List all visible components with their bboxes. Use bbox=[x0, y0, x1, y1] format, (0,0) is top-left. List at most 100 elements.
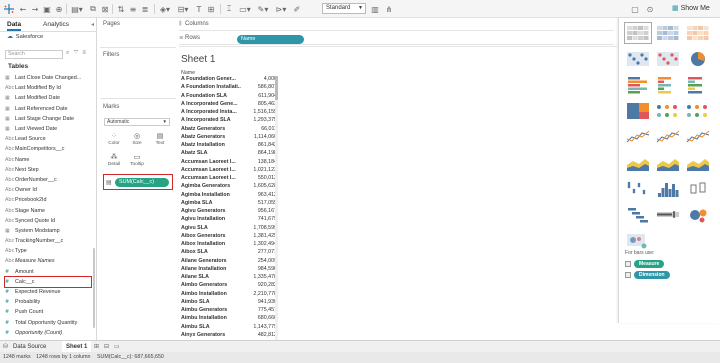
stacked-bars-chart-icon[interactable] bbox=[655, 75, 681, 95]
field-item[interactable]: ▦ Last Referenced Date bbox=[5, 104, 93, 114]
tab-data[interactable]: Data bbox=[7, 21, 22, 31]
field-item[interactable]: Abc Synced Quote Id bbox=[5, 216, 93, 226]
table-row[interactable]: Abatz SLA 864,198 bbox=[181, 150, 277, 158]
table-row[interactable]: A Incorporated Gene... 805,463 bbox=[181, 101, 277, 109]
filled-map-chart-icon[interactable] bbox=[655, 49, 681, 69]
tooltip-icon[interactable]: ▭▾ bbox=[238, 3, 252, 15]
table-row[interactable]: Aimbo Generators 920,282 bbox=[181, 282, 277, 290]
data-pane-scrollbar[interactable] bbox=[93, 248, 95, 328]
share-icon[interactable]: ⋔ bbox=[384, 3, 394, 15]
field-item[interactable]: Abc Lead Source bbox=[5, 134, 93, 144]
search-input[interactable]: Search bbox=[5, 50, 63, 59]
subscribe-icon[interactable]: ⊙ bbox=[645, 3, 655, 15]
horizontal-bars-chart-icon[interactable] bbox=[625, 75, 651, 95]
view-scrollbar-thumb[interactable] bbox=[275, 76, 278, 100]
field-item[interactable]: # Push Count bbox=[5, 307, 93, 317]
detail-button[interactable]: ⁂ Detail bbox=[104, 152, 124, 174]
table-row[interactable]: Ainyx Generators 482,812 bbox=[181, 332, 277, 340]
list-icon[interactable]: ≡ bbox=[82, 50, 90, 56]
back-icon[interactable]: ← bbox=[18, 3, 28, 15]
scatter-plot-chart-icon[interactable] bbox=[625, 179, 651, 199]
table-row[interactable]: A Foundation Gener... 4,000 bbox=[181, 76, 277, 84]
text-table-chart-icon[interactable] bbox=[624, 22, 652, 44]
presentation-icon[interactable]: ▢ bbox=[630, 3, 640, 15]
table-row[interactable]: A Foundation SLA 611,904 bbox=[181, 93, 277, 101]
table-row[interactable]: A Incorporated Insta... 1,516,155 bbox=[181, 109, 277, 117]
table-row[interactable]: Abatz Installation 861,842 bbox=[181, 142, 277, 150]
sum-calc-pill[interactable]: SUM(Calc__c) bbox=[115, 178, 169, 187]
fix-axes-icon[interactable]: ⊞ bbox=[206, 3, 216, 15]
duplicate-icon[interactable]: ⧉ bbox=[88, 3, 98, 15]
table-row[interactable]: Ailane Installation 984,596 bbox=[181, 266, 277, 274]
save-icon[interactable]: ▣ bbox=[42, 3, 52, 15]
circle-view-chart-icon[interactable] bbox=[655, 101, 681, 121]
datasource[interactable]: ☁ Salesforce bbox=[7, 34, 43, 40]
table-row[interactable]: Ailane Generators 254,009 bbox=[181, 258, 277, 266]
table-row[interactable]: A Foundation Installati... 586,807 bbox=[181, 84, 277, 92]
pie-chart-icon[interactable] bbox=[685, 49, 711, 69]
pages-card[interactable]: Pages bbox=[100, 18, 176, 48]
field-item[interactable]: # Expected Revenue bbox=[5, 287, 93, 297]
name-pill[interactable]: Name bbox=[237, 34, 304, 44]
collapse-icon[interactable]: ◂ bbox=[91, 21, 94, 28]
field-item[interactable]: Abc Owner Id bbox=[5, 185, 93, 195]
pen-icon[interactable]: ✎▾ bbox=[256, 3, 270, 15]
format-icon[interactable]: ⌶ bbox=[224, 3, 234, 15]
density-map-chart-icon[interactable] bbox=[625, 231, 651, 251]
comment-icon[interactable]: ✐ bbox=[292, 3, 302, 15]
new-worksheet-icon[interactable]: ▤▾ bbox=[70, 3, 84, 15]
sort-asc-icon[interactable]: ≡ bbox=[128, 3, 138, 15]
fit-select[interactable]: Standard ▼ bbox=[322, 3, 366, 14]
table-row[interactable]: Agivu SLA 1,708,599 bbox=[181, 225, 277, 233]
sort-desc-icon[interactable]: ≣ bbox=[140, 3, 150, 15]
table-row[interactable]: Aimbu Generators 775,457 bbox=[181, 307, 277, 315]
table-row[interactable]: Aimbu Installation 680,666 bbox=[181, 315, 277, 323]
field-item[interactable]: # Opportunity (Count) bbox=[5, 328, 93, 338]
table-row[interactable]: Accumsan Laoreet I... 138,184 bbox=[181, 159, 277, 167]
highlight-table-chart-icon[interactable] bbox=[685, 23, 711, 43]
packed-bubbles-chart-icon[interactable] bbox=[685, 205, 711, 225]
field-item[interactable]: ▦ Last Stage Change Date bbox=[5, 114, 93, 124]
field-item[interactable]: Abc Stage Name bbox=[5, 205, 93, 215]
table-row[interactable]: Aibox Installation 1,302,494 bbox=[181, 241, 277, 249]
sheet-title[interactable]: Sheet 1 bbox=[181, 54, 215, 65]
field-item[interactable]: # Total Opportunity Quantity bbox=[5, 318, 93, 328]
gantt-chart-icon[interactable] bbox=[625, 205, 651, 225]
heat-map-chart-icon[interactable] bbox=[655, 23, 681, 43]
field-item[interactable]: Abc Measure Names bbox=[5, 256, 93, 266]
field-item[interactable]: ▦ Last Viewed Date bbox=[5, 124, 93, 134]
field-item[interactable]: Abc MainCompetitors__c bbox=[5, 144, 93, 154]
field-item[interactable]: ▦ Last Close Date Changed... bbox=[5, 73, 93, 83]
view-scrollbar[interactable] bbox=[275, 76, 278, 341]
table-row[interactable]: Aibox SLA 277,071 bbox=[181, 249, 277, 257]
new-datasource-icon[interactable]: ⊕ bbox=[54, 3, 64, 15]
field-item[interactable]: Abc Name bbox=[5, 155, 93, 165]
new-sheet-icon[interactable]: ⊞ bbox=[94, 343, 99, 350]
new-dashboard-icon[interactable]: ⊟ bbox=[104, 343, 109, 350]
field-item[interactable]: # Probability bbox=[5, 297, 93, 307]
symbol-map-chart-icon[interactable] bbox=[625, 49, 651, 69]
clear-sheet-icon[interactable]: ⊠ bbox=[100, 3, 110, 15]
rows-shelf[interactable]: ≡ Rows Name bbox=[179, 33, 614, 45]
continuous-lines-chart-icon[interactable] bbox=[625, 127, 651, 147]
table-row[interactable]: Agimba Installation 963,412 bbox=[181, 192, 277, 200]
highlight-icon[interactable]: ◈▾ bbox=[158, 3, 172, 15]
table-row[interactable]: Agivu Installation 741,679 bbox=[181, 216, 277, 224]
field-item[interactable]: ▦ System Modstamp bbox=[5, 226, 93, 236]
table-row[interactable]: Abatz Generators 1,114,060 bbox=[181, 134, 277, 142]
group-icon[interactable]: ⊟▾ bbox=[176, 3, 190, 15]
dual-combination-chart-icon[interactable] bbox=[685, 153, 711, 173]
labels-icon[interactable]: T bbox=[194, 3, 204, 15]
field-item[interactable]: Abc Next Step bbox=[5, 165, 93, 175]
tooltip-button[interactable]: ▭ Tooltip bbox=[127, 152, 147, 174]
tab-analytics[interactable]: Analytics bbox=[43, 21, 69, 28]
field-item[interactable]: Abc OrderNumber__c bbox=[5, 175, 93, 185]
new-story-icon[interactable]: ▭ bbox=[114, 343, 120, 350]
text-button[interactable]: ▤ Text bbox=[150, 131, 170, 153]
color-button[interactable]: ⁘ Color bbox=[104, 131, 124, 153]
field-item[interactable]: Abc Type bbox=[5, 246, 93, 256]
mark-type-select[interactable]: Automatic ▼ bbox=[104, 118, 170, 126]
table-row[interactable]: Abatz Generators 66,011 bbox=[181, 126, 277, 134]
table-row[interactable]: Agivu Generators 956,167 bbox=[181, 208, 277, 216]
pin-icon[interactable]: ⊳▾ bbox=[274, 3, 288, 15]
